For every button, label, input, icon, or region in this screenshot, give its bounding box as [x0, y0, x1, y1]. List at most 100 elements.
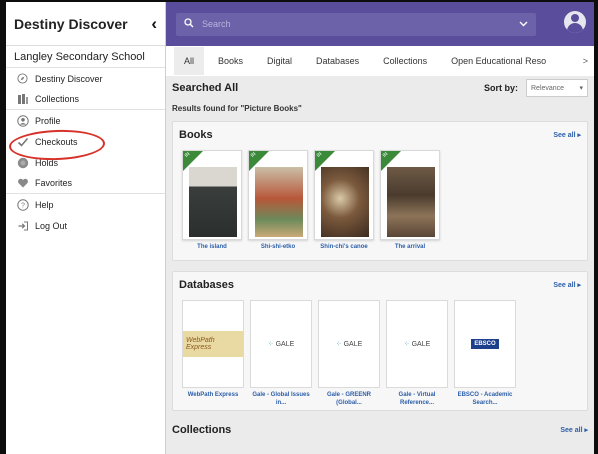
avatar-icon[interactable]	[564, 11, 586, 33]
tab-collections[interactable]: Collections	[383, 56, 427, 66]
results-heading: Searched All	[172, 82, 239, 94]
tab-open-educational-resources[interactable]: Open Educational Reso	[451, 56, 546, 66]
sidebar-item-label: Checkouts	[35, 136, 78, 147]
sidebar-item-label: Collections	[35, 94, 80, 104]
databases-title: Databases	[179, 279, 235, 291]
svg-text:?: ?	[21, 202, 25, 209]
database-logo[interactable]: ⁘ GALE	[250, 300, 312, 388]
heart-icon	[16, 177, 29, 190]
database-item[interactable]: ⁘ GALE Gale - GREENR (Global...	[318, 300, 380, 407]
book-cover[interactable]: IN	[248, 150, 308, 240]
sidebar-title: Destiny Discover	[14, 15, 128, 32]
book-cover[interactable]: IN	[314, 150, 374, 240]
database-logo[interactable]: EBSCO	[454, 300, 516, 388]
sort-select[interactable]: Relevance ▾	[526, 79, 588, 97]
database-item[interactable]: ⁘ GALE Gale - Virtual Reference...	[386, 300, 448, 407]
sidebar-item-label: Log Out	[35, 220, 68, 231]
tab-books[interactable]: Books	[218, 56, 243, 66]
book-title-link[interactable]: The island	[182, 243, 242, 251]
databases-card: Databases See all ▸ WebPath Express WebP…	[172, 271, 588, 411]
chevron-down-icon[interactable]	[519, 19, 528, 29]
books-card: Books See all ▸ IN The island IN Shi-shi…	[172, 121, 588, 261]
database-logo[interactable]: ⁘ GALE	[386, 300, 448, 388]
sidebar-item-holds[interactable]: Holds	[6, 152, 165, 173]
sidebar-item-profile[interactable]: Profile	[6, 110, 165, 131]
book-title-link[interactable]: Shin-chi's canoe	[314, 243, 374, 251]
holds-icon	[16, 156, 29, 169]
database-title-link[interactable]: Gale - GREENR (Global...	[318, 391, 380, 407]
sidebar-item-label: Destiny Discover	[35, 73, 103, 84]
tab-databases[interactable]: Databases	[316, 56, 359, 66]
book-item[interactable]: IN The island	[182, 150, 242, 251]
sidebar-item-destiny-discover[interactable]: Destiny Discover	[6, 68, 165, 89]
search-placeholder: Search	[202, 19, 231, 29]
database-item[interactable]: EBSCO EBSCO - Academic Search...	[454, 300, 516, 407]
book-item[interactable]: IN Shin-chi's canoe	[314, 150, 374, 251]
caret-down-icon: ▾	[579, 85, 583, 92]
book-title-link[interactable]: Shi-shi-etko	[248, 243, 308, 251]
gale-logo: ⁘ GALE	[267, 340, 295, 349]
sidebar-item-favorites[interactable]: Favorites	[6, 173, 165, 194]
search-icon[interactable]	[184, 17, 194, 31]
school-name: Langley Secondary School	[6, 46, 165, 68]
main-area: Search All Books Digital Databases Colle…	[166, 2, 594, 454]
book-item[interactable]: IN The arrival	[380, 150, 440, 251]
sidebar-item-label: Profile	[35, 115, 61, 126]
book-cover[interactable]: IN	[380, 150, 440, 240]
database-logo[interactable]: ⁘ GALE	[318, 300, 380, 388]
tab-bar: All Books Digital Databases Collections …	[166, 46, 594, 76]
collections-see-all-link[interactable]: See all ▸	[560, 426, 588, 434]
gale-logo: ⁘ GALE	[403, 340, 431, 349]
book-cover[interactable]: IN	[182, 150, 242, 240]
sidebar-item-help[interactable]: ? Help	[6, 194, 165, 215]
top-bar: Search	[166, 2, 594, 46]
sidebar-item-checkouts[interactable]: Checkouts	[6, 131, 165, 152]
database-title-link[interactable]: WebPath Express	[182, 391, 244, 399]
books-icon	[16, 93, 29, 106]
results-content: Searched All Sort by: Relevance ▾ Result…	[166, 76, 594, 454]
books-see-all-link[interactable]: See all ▸	[553, 131, 581, 139]
available-ribbon: IN	[249, 151, 269, 171]
database-title-link[interactable]: EBSCO - Academic Search...	[454, 391, 516, 407]
book-item[interactable]: IN Shi-shi-etko	[248, 150, 308, 251]
logout-icon	[16, 219, 29, 232]
search-input[interactable]: Search	[176, 12, 536, 36]
database-title-link[interactable]: Gale - Virtual Reference...	[386, 391, 448, 407]
sidebar: Destiny Discover ‹ Langley Secondary Sch…	[6, 2, 166, 454]
tab-all[interactable]: All	[174, 47, 205, 75]
book-title-link[interactable]: The arrival	[380, 243, 440, 251]
sidebar-header: Destiny Discover ‹	[6, 2, 165, 46]
collections-section-header: Collections See all ▸	[172, 421, 588, 439]
results-found-text: Results found for "Picture Books"	[172, 104, 302, 113]
database-item[interactable]: WebPath Express WebPath Express	[182, 300, 244, 407]
available-ribbon: IN	[183, 151, 203, 171]
question-icon: ?	[16, 198, 29, 211]
sidebar-item-label: Favorites	[35, 178, 73, 188]
sort-label: Sort by:	[483, 83, 518, 93]
app-frame: Destiny Discover ‹ Langley Secondary Sch…	[6, 2, 594, 454]
webpath-logo: WebPath Express	[183, 331, 243, 357]
sidebar-item-label: Holds	[35, 157, 59, 168]
database-item[interactable]: ⁘ GALE Gale - Global Issues in...	[250, 300, 312, 407]
tab-digital[interactable]: Digital	[267, 56, 292, 66]
close-sidebar-icon[interactable]: ‹	[151, 14, 157, 34]
compass-icon	[16, 72, 29, 85]
sidebar-item-log-out[interactable]: Log Out	[6, 215, 165, 236]
tabs-scroll-right-icon[interactable]: >	[583, 56, 588, 66]
collections-title: Collections	[172, 424, 232, 436]
gale-logo: ⁘ GALE	[335, 340, 363, 349]
books-title: Books	[179, 129, 213, 141]
available-ribbon: IN	[381, 151, 401, 171]
sidebar-item-label: Help	[35, 199, 54, 210]
databases-see-all-link[interactable]: See all ▸	[553, 281, 581, 289]
check-icon	[16, 135, 29, 148]
sort-control: Sort by: Relevance ▾	[484, 79, 588, 97]
ebsco-logo: EBSCO	[471, 339, 499, 349]
user-icon	[16, 114, 29, 127]
available-ribbon: IN	[315, 151, 335, 171]
database-title-link[interactable]: Gale - Global Issues in...	[250, 391, 312, 407]
sort-value: Relevance	[531, 84, 565, 92]
sidebar-item-collections[interactable]: Collections	[6, 89, 165, 110]
database-logo[interactable]: WebPath Express	[182, 300, 244, 388]
results-header: Searched All Sort by: Relevance ▾	[172, 76, 588, 100]
